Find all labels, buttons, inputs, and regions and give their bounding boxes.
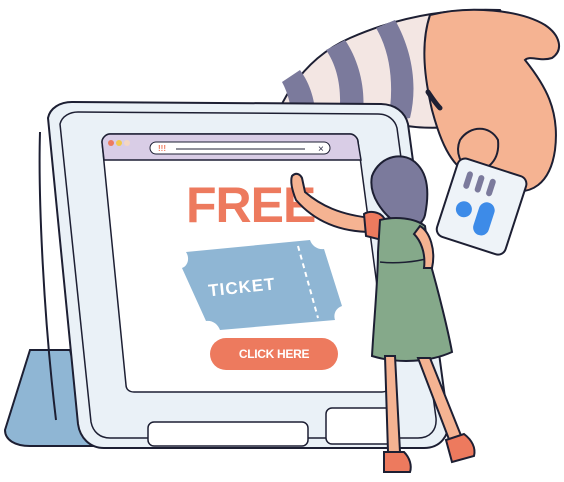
window-dots-icon (108, 140, 130, 146)
illustration-canvas: !!! × FREE TICKET CLICK HERE (0, 0, 564, 482)
tablet-footer-panel (147, 421, 309, 447)
ticket-icon: TICKET (182, 240, 342, 330)
click-here-button[interactable]: CLICK HERE (210, 338, 338, 370)
address-text: !!! (158, 144, 166, 153)
dress (370, 217, 454, 362)
address-bar[interactable] (149, 141, 331, 155)
right-shoe (444, 432, 476, 464)
left-shoe (383, 451, 412, 473)
close-icon[interactable]: × (318, 144, 324, 155)
tablet-footer-panel (325, 407, 397, 445)
free-ticket-illustration: !!! × FREE TICKET CLICK HERE (3, 8, 561, 473)
click-here-label: CLICK HERE (239, 347, 310, 361)
